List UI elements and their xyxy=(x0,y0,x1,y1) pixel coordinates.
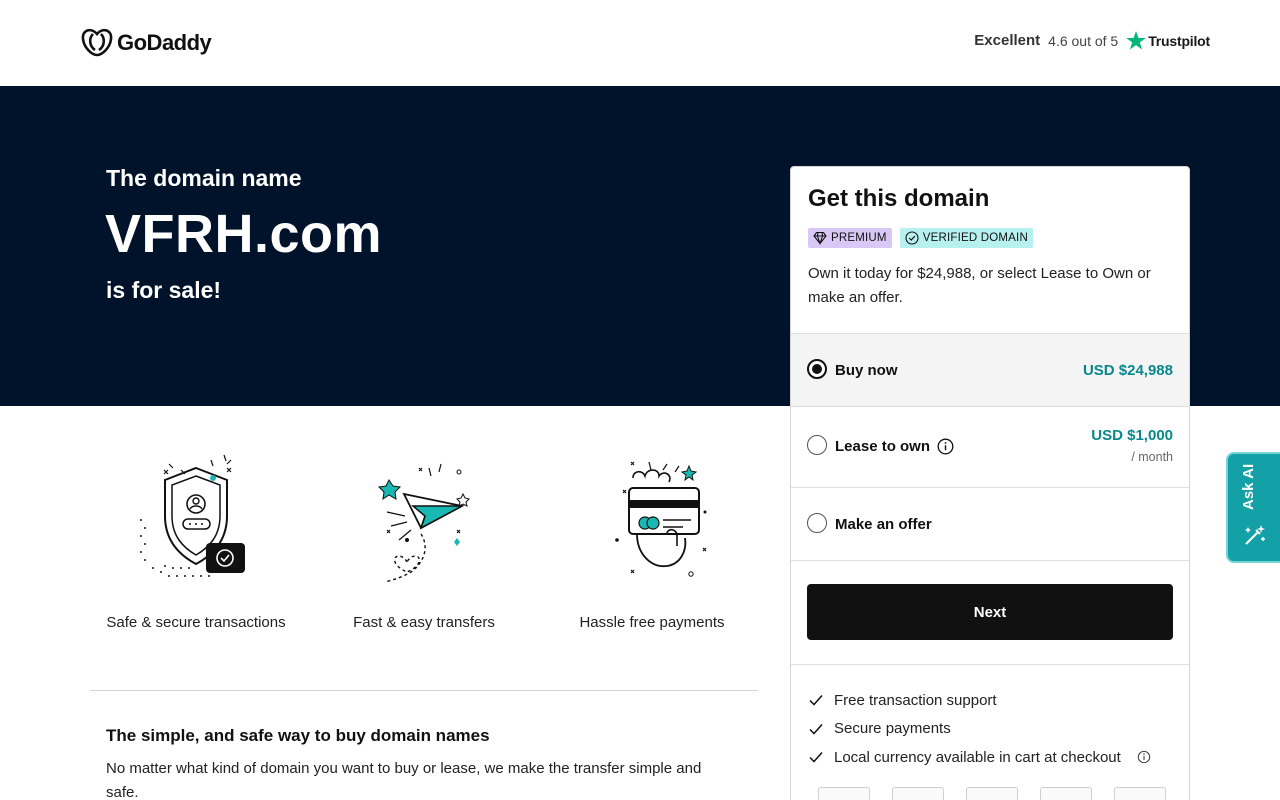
buy-now-price: USD $24,988 xyxy=(1082,362,1173,379)
benefits-list: Free transaction support Secure payments… xyxy=(808,686,1151,772)
payment-logos xyxy=(818,787,1166,800)
trustpilot-star-icon xyxy=(1126,31,1147,50)
lease-price-period: / month xyxy=(1131,450,1173,464)
feature-secure: Safe & secure transactions xyxy=(91,440,301,631)
trustpilot-score: 4.6 out of 5 xyxy=(1048,32,1119,49)
magic-wand-icon xyxy=(1245,525,1265,545)
trustpilot-rating-word: Excellent xyxy=(974,32,1041,49)
premium-badge-label: PREMIUM xyxy=(831,232,887,244)
purchase-card: Get this domain PREMIUM VERIFIED DOMAIN … xyxy=(790,166,1190,800)
currency-info-icon[interactable] xyxy=(1137,750,1151,764)
visa-logo xyxy=(818,787,870,800)
info-icon[interactable] xyxy=(937,438,954,455)
card-hand-icon xyxy=(615,461,707,577)
trustpilot-brand-text: Trustpilot xyxy=(1148,32,1210,49)
feature-transfers-label: Fast & easy transfers xyxy=(353,614,495,631)
feature-payments-label: Hassle free payments xyxy=(579,614,725,631)
card-separator xyxy=(791,664,1189,665)
section-divider xyxy=(90,690,758,691)
shield-icon xyxy=(140,454,245,577)
offer-radio[interactable] xyxy=(807,513,827,533)
benefit-text: Local currency available in cart at chec… xyxy=(834,748,1121,766)
benefit-item: Local currency available in cart at chec… xyxy=(808,743,1151,772)
trustpilot-brand: Trustpilot xyxy=(1126,31,1210,50)
mastercard-logo xyxy=(892,787,944,800)
badges: PREMIUM VERIFIED DOMAIN xyxy=(808,228,1033,248)
lease-radio[interactable] xyxy=(807,435,827,455)
godaddy-logo[interactable]: GoDaddy xyxy=(81,28,212,58)
lease-price: USD $1,000 xyxy=(1091,427,1173,444)
ask-ai-label: Ask AI xyxy=(1240,463,1257,510)
benefit-text: Free transaction support xyxy=(834,691,997,709)
lease-label: Lease to own xyxy=(835,438,931,455)
info-title: The simple, and safe way to buy domain n… xyxy=(106,726,490,745)
hero-pre-text: The domain name xyxy=(106,165,302,191)
site-header: GoDaddy Excellent 4.6 out of 5 Trustpilo… xyxy=(0,0,1280,86)
lease-label-group: Lease to own xyxy=(835,438,954,455)
next-button[interactable]: Next xyxy=(807,584,1173,640)
logo-text: GoDaddy xyxy=(117,30,212,55)
card-title: Get this domain xyxy=(808,185,990,212)
benefit-text: Secure payments xyxy=(834,720,951,738)
hero-post-text: is for sale! xyxy=(106,277,222,303)
feature-transfers: Fast & easy transfers xyxy=(319,440,529,631)
option-make-offer[interactable]: Make an offer xyxy=(791,487,1189,561)
verified-check-icon xyxy=(905,231,919,245)
verified-badge-label: VERIFIED DOMAIN xyxy=(922,232,1028,244)
bank-logo xyxy=(1114,787,1166,800)
feature-payments: Hassle free payments xyxy=(547,440,757,631)
check-icon xyxy=(809,695,823,706)
info-text: No matter what kind of domain you want t… xyxy=(106,760,702,800)
diamond-icon xyxy=(813,231,827,245)
offer-label: Make an offer xyxy=(835,516,932,533)
card-description: Own it today for $24,988, or select Leas… xyxy=(808,265,1151,306)
godaddy-logo-icon xyxy=(81,28,113,57)
buy-now-radio[interactable] xyxy=(807,359,827,379)
features-section: Safe & secure transactions Fast & easy t… xyxy=(90,440,760,640)
feature-secure-label: Safe & secure transactions xyxy=(106,614,286,631)
option-lease-to-own[interactable]: Lease to own USD $1,000 / month xyxy=(791,406,1189,488)
option-buy-now[interactable]: Buy now USD $24,988 xyxy=(791,333,1189,406)
benefit-item: Free transaction support xyxy=(808,686,1151,715)
check-icon xyxy=(809,723,823,735)
buy-now-label: Buy now xyxy=(835,362,898,379)
verified-badge: VERIFIED DOMAIN xyxy=(899,228,1033,248)
benefit-item: Secure payments xyxy=(808,715,1151,744)
amex-logo xyxy=(966,787,1018,800)
paper-plane-icon xyxy=(377,463,470,583)
premium-badge: PREMIUM xyxy=(808,228,892,248)
trustpilot-rating[interactable]: Excellent 4.6 out of 5 Trustpilot xyxy=(974,31,1210,50)
ask-ai-button[interactable]: Ask AI xyxy=(1226,452,1280,563)
hero-domain-name: VFRH.com xyxy=(105,204,383,264)
paypal-logo xyxy=(1040,787,1092,800)
check-icon xyxy=(809,752,823,763)
